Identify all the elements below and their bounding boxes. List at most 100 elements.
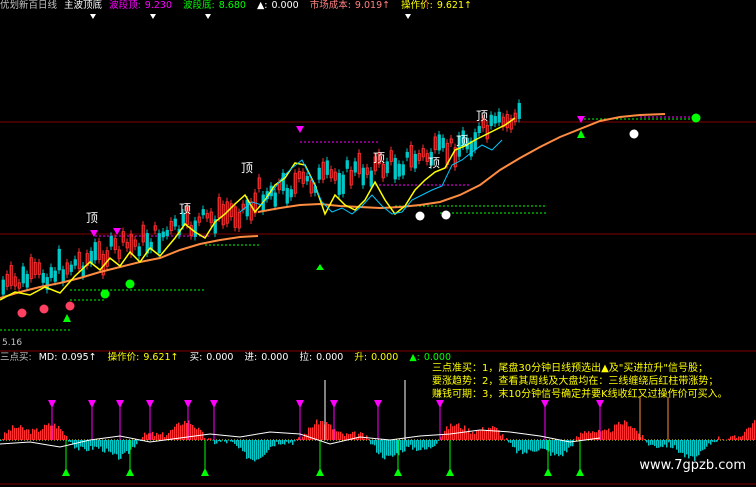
- histogram-bar: [424, 440, 426, 450]
- histogram-bar: [736, 438, 738, 440]
- histogram-bar: [230, 440, 232, 442]
- histogram-bar: [462, 429, 464, 440]
- histogram-bar: [336, 431, 338, 440]
- histogram-bar: [120, 440, 122, 459]
- histogram-bar: [54, 423, 56, 440]
- histogram-bar: [620, 424, 622, 440]
- histogram-bar: [330, 424, 332, 440]
- candle-body: [337, 172, 341, 195]
- top-marker-icon: [296, 126, 304, 133]
- histogram-bar: [410, 440, 412, 445]
- candle-body: [69, 264, 73, 272]
- histogram-bar: [102, 440, 104, 452]
- histogram-bar: [744, 431, 746, 440]
- histogram-bar: [96, 440, 98, 448]
- histogram-bar: [284, 440, 286, 445]
- histogram-bar: [190, 423, 192, 440]
- histogram-bar: [392, 440, 394, 457]
- histogram-bar: [470, 433, 472, 440]
- main-chart-pane[interactable]: 优划新百日线 主波顶底 波段顶: 9.230 波段底: 8.680 ▲: 0.000 …: [0, 0, 756, 352]
- histogram-bar: [112, 440, 114, 455]
- histogram-bar: [646, 440, 648, 443]
- top-marker-icon: [146, 400, 154, 408]
- histogram-bar: [22, 427, 24, 440]
- histogram-bar: [618, 421, 620, 440]
- histogram-bar: [432, 440, 434, 448]
- histogram-bar: [698, 440, 700, 456]
- histogram-bar: [280, 440, 282, 445]
- main-chart-svg[interactable]: 顶 顶 顶 顶 顶 顶 顶: [0, 0, 756, 352]
- histogram-bar: [544, 440, 546, 450]
- histogram-bar: [412, 440, 414, 450]
- histogram-bar: [100, 440, 102, 447]
- histogram-bar: [400, 440, 402, 451]
- histogram-bar: [500, 435, 502, 440]
- histogram-bar: [306, 434, 308, 440]
- histogram-bar: [376, 440, 378, 453]
- histogram-bar: [104, 440, 106, 453]
- strategy-notes: 三点准买：1，尾盘30分钟日线预选出▲及"买进拉升"信号股； 要涨趋势：2，查看…: [432, 362, 728, 401]
- histogram-bar: [430, 440, 432, 449]
- histogram-bar: [178, 422, 180, 440]
- histogram-bar: [494, 426, 496, 440]
- histogram-bar: [362, 432, 364, 440]
- histogram-bar: [94, 440, 96, 447]
- histogram-bar: [264, 440, 266, 455]
- histogram-bar: [710, 440, 712, 445]
- histogram-bar: [680, 440, 682, 453]
- histogram-bar: [360, 432, 362, 440]
- histogram-bar: [468, 428, 470, 440]
- bottom-marker-icon: [201, 468, 209, 476]
- histogram-bar: [564, 440, 566, 451]
- price-scale-tag: 5.16: [2, 338, 23, 348]
- top-marker-icon: [436, 400, 444, 408]
- candle-body: [157, 233, 161, 254]
- histogram-bar: [438, 440, 440, 441]
- histogram-bar: [688, 440, 690, 459]
- histogram-bar: [690, 440, 692, 456]
- histogram-bar: [288, 440, 290, 444]
- histogram-bar: [238, 440, 240, 449]
- bottom-marker-icon: [62, 468, 70, 476]
- histogram-bar: [56, 428, 58, 440]
- histogram-bar: [458, 423, 460, 440]
- histogram-bar: [66, 435, 68, 440]
- histogram-bar: [476, 430, 478, 440]
- histogram-bar: [700, 440, 702, 452]
- candle-body: [245, 199, 249, 217]
- histogram-bar: [292, 440, 294, 445]
- histogram-bar: [44, 424, 46, 440]
- histogram-bar: [162, 432, 164, 440]
- histogram-bar: [24, 430, 26, 440]
- histogram-bar: [76, 440, 78, 448]
- histogram-bar: [750, 427, 752, 440]
- histogram-bar: [226, 440, 228, 444]
- candle-body: [161, 231, 165, 238]
- histogram-bar: [148, 433, 150, 440]
- candle-body: [441, 137, 445, 149]
- histogram-bar: [236, 440, 238, 446]
- histogram-bar: [170, 430, 172, 440]
- histogram-bar: [692, 440, 694, 457]
- histogram-bar: [98, 440, 100, 449]
- histogram-bar: [648, 440, 650, 446]
- histogram-bar: [10, 430, 12, 440]
- histogram-bar: [616, 424, 618, 440]
- histogram-bar: [46, 425, 48, 440]
- histogram-bar: [502, 434, 504, 440]
- histogram-bar: [702, 440, 704, 451]
- histogram-bar: [326, 422, 328, 440]
- histogram-bar: [232, 440, 234, 443]
- candle-body: [401, 164, 405, 176]
- histogram-bar: [612, 431, 614, 440]
- candle-body: [21, 266, 25, 284]
- histogram-bar: [260, 440, 262, 458]
- histogram-bar: [90, 440, 92, 447]
- histogram-bar: [488, 427, 490, 440]
- histogram-bar: [660, 440, 662, 447]
- bottom-marker-icon: [576, 468, 584, 476]
- histogram-bar: [16, 427, 18, 440]
- histogram-bar: [636, 430, 638, 440]
- histogram-bar: [302, 436, 304, 440]
- histogram-bar: [28, 429, 30, 440]
